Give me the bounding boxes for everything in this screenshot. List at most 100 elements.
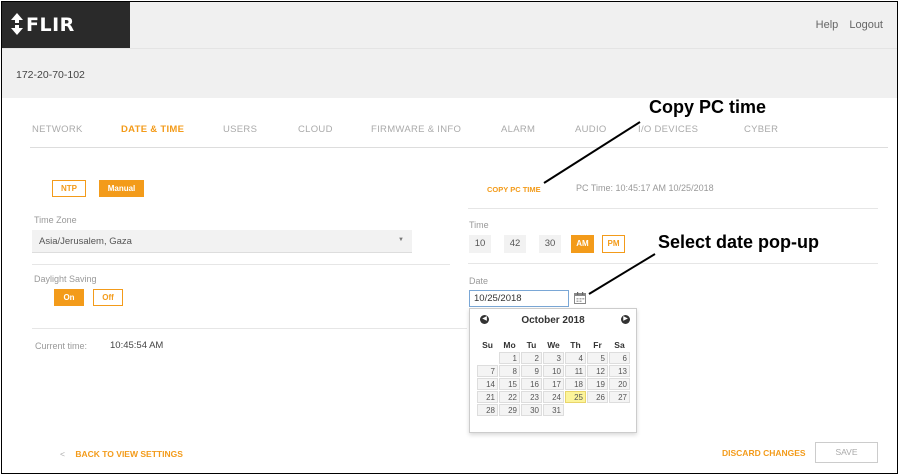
calendar-day-11[interactable]: 11 — [565, 365, 586, 377]
calendar-day-24[interactable]: 24 — [543, 391, 564, 403]
calendar-day-8[interactable]: 8 — [499, 365, 520, 377]
tab-date-time[interactable]: DATE & TIME — [121, 124, 184, 135]
calendar-day-19[interactable]: 19 — [587, 378, 608, 390]
discard-changes-button[interactable]: DISCARD CHANGES — [722, 448, 806, 458]
calendar-day-4[interactable]: 4 — [565, 352, 586, 364]
copy-pc-time-button[interactable]: COPY PC TIME — [487, 185, 541, 194]
calendar-day-20[interactable]: 20 — [609, 378, 630, 390]
pc-time-text: PC Time: 10:45:17 AM 10/25/2018 — [576, 183, 714, 193]
hour-field[interactable]: 10 — [469, 235, 491, 253]
ntp-button[interactable]: NTP — [52, 180, 86, 197]
weekday-row: Su Mo Tu We Th Fr Sa — [477, 338, 630, 351]
calendar-icon[interactable] — [574, 292, 586, 304]
calendar-week-row: 14 15 16 17 18 19 20 — [477, 378, 630, 390]
tab-io-devices[interactable]: I/O DEVICES — [638, 124, 698, 135]
tab-alarm[interactable]: ALARM — [501, 124, 535, 135]
calendar-week-row: 28 29 30 31 — [477, 404, 630, 416]
help-link[interactable]: Help — [816, 19, 839, 31]
tab-cloud[interactable]: CLOUD — [298, 124, 333, 135]
calendar-day-23[interactable]: 23 — [521, 391, 542, 403]
calendar-day-14[interactable]: 14 — [477, 378, 498, 390]
calendar-day-15[interactable]: 15 — [499, 378, 520, 390]
weekday-header: Th — [570, 339, 581, 350]
device-name: 172-20-70-102 — [16, 69, 85, 81]
copy-pc-time-callout: Copy PC time — [649, 97, 767, 117]
calendar-day-16[interactable]: 16 — [521, 378, 542, 390]
weekday-header: We — [547, 339, 560, 350]
chevron-left-icon: < — [60, 449, 65, 459]
tab-cyber[interactable]: CYBER — [744, 124, 778, 135]
divider — [468, 263, 878, 264]
calendar-week-row: 7 8 9 10 11 12 13 — [477, 365, 630, 377]
calendar-day-22[interactable]: 22 — [499, 391, 520, 403]
logo-text: FLIR — [26, 14, 75, 36]
select-date-popup-callout: Select date pop-up — [658, 232, 820, 252]
calendar-day-10[interactable]: 10 — [543, 365, 564, 377]
calendar-day-3[interactable]: 3 — [543, 352, 564, 364]
device-bar: 172-20-70-102 — [2, 48, 897, 98]
calendar-day-29[interactable]: 29 — [499, 404, 520, 416]
calendar-day-26[interactable]: 26 — [587, 391, 608, 403]
divider — [468, 208, 878, 209]
current-time-label: Current time: — [35, 341, 88, 351]
pm-button[interactable]: PM — [602, 235, 625, 253]
tab-users[interactable]: USERS — [223, 124, 257, 135]
weekday-header: Su — [482, 339, 493, 350]
calendar-day-7[interactable]: 7 — [477, 365, 498, 377]
tab-network[interactable]: NETWORK — [32, 124, 83, 135]
calendar-week-row: 21 22 23 24 25 26 27 — [477, 391, 630, 403]
flir-logo[interactable]: FLIR — [2, 2, 130, 48]
weekday-header: Mo — [503, 339, 516, 350]
calendar-empty-cell — [587, 404, 608, 416]
second-field[interactable]: 30 — [539, 235, 561, 253]
tab-audio[interactable]: AUDIO — [575, 124, 607, 135]
current-time-value: 10:45:54 AM — [110, 340, 164, 351]
date-picker-title: October 2018 — [521, 315, 585, 326]
chevron-down-icon: ▼ — [398, 237, 404, 243]
time-zone-label: Time Zone — [34, 215, 77, 225]
daylight-on-button[interactable]: On — [54, 289, 84, 306]
tab-firmware-info[interactable]: FIRMWARE & INFO — [371, 124, 461, 135]
calendar-day-1[interactable]: 1 — [499, 352, 520, 364]
calendar-day-27[interactable]: 27 — [609, 391, 630, 403]
calendar-day-25[interactable]: 25 — [565, 391, 586, 403]
calendar-day-13[interactable]: 13 — [609, 365, 630, 377]
date-label: Date — [469, 276, 489, 286]
daylight-off-button[interactable]: Off — [93, 289, 123, 306]
daylight-saving-label: Daylight Saving — [34, 274, 97, 284]
settings-tabs: NETWORK DATE & TIME USERS CLOUD FIRMWARE… — [30, 124, 888, 148]
time-label: Time — [469, 220, 489, 230]
weekday-header: Sa — [614, 339, 625, 350]
calendar-day-18[interactable]: 18 — [565, 378, 586, 390]
calendar-day-28[interactable]: 28 — [477, 404, 498, 416]
manual-button[interactable]: Manual — [99, 180, 144, 197]
calendar-day-21[interactable]: 21 — [477, 391, 498, 403]
calendar-day-30[interactable]: 30 — [521, 404, 542, 416]
back-label: BACK TO VIEW SETTINGS — [75, 449, 183, 459]
calendar-day-31[interactable]: 31 — [543, 404, 564, 416]
calendar-day-9[interactable]: 9 — [521, 365, 542, 377]
calendar-day-2[interactable]: 2 — [521, 352, 542, 364]
logout-link[interactable]: Logout — [849, 19, 883, 31]
calendar-day-17[interactable]: 17 — [543, 378, 564, 390]
time-zone-select[interactable]: Asia/Jerusalem, Gaza ▼ — [32, 230, 412, 253]
am-button[interactable]: AM — [571, 235, 594, 253]
save-button[interactable]: SAVE — [815, 442, 878, 463]
date-picker-popup: ◀ October 2018 ▶ Su Mo Tu We Th Fr Sa 12… — [469, 308, 637, 433]
calendar-day-5[interactable]: 5 — [587, 352, 608, 364]
flir-logo-mark-icon — [11, 13, 23, 35]
next-month-icon[interactable]: ▶ — [621, 315, 630, 324]
date-input[interactable]: 10/25/2018 — [469, 290, 569, 307]
calendar-empty-cell — [565, 404, 586, 416]
weekday-header: Tu — [526, 339, 537, 350]
calendar-week-row: 123456 — [477, 352, 630, 364]
weekday-header: Fr — [593, 339, 602, 350]
back-to-view-settings-link[interactable]: < BACK TO VIEW SETTINGS — [60, 449, 183, 459]
time-zone-value: Asia/Jerusalem, Gaza — [39, 236, 132, 247]
calendar-day-6[interactable]: 6 — [609, 352, 630, 364]
calendar-empty-cell — [477, 352, 498, 364]
calendar-day-12[interactable]: 12 — [587, 365, 608, 377]
top-links: Help Logout — [808, 19, 883, 31]
date-picker-header: ◀ October 2018 ▶ — [470, 309, 636, 331]
minute-field[interactable]: 42 — [504, 235, 526, 253]
